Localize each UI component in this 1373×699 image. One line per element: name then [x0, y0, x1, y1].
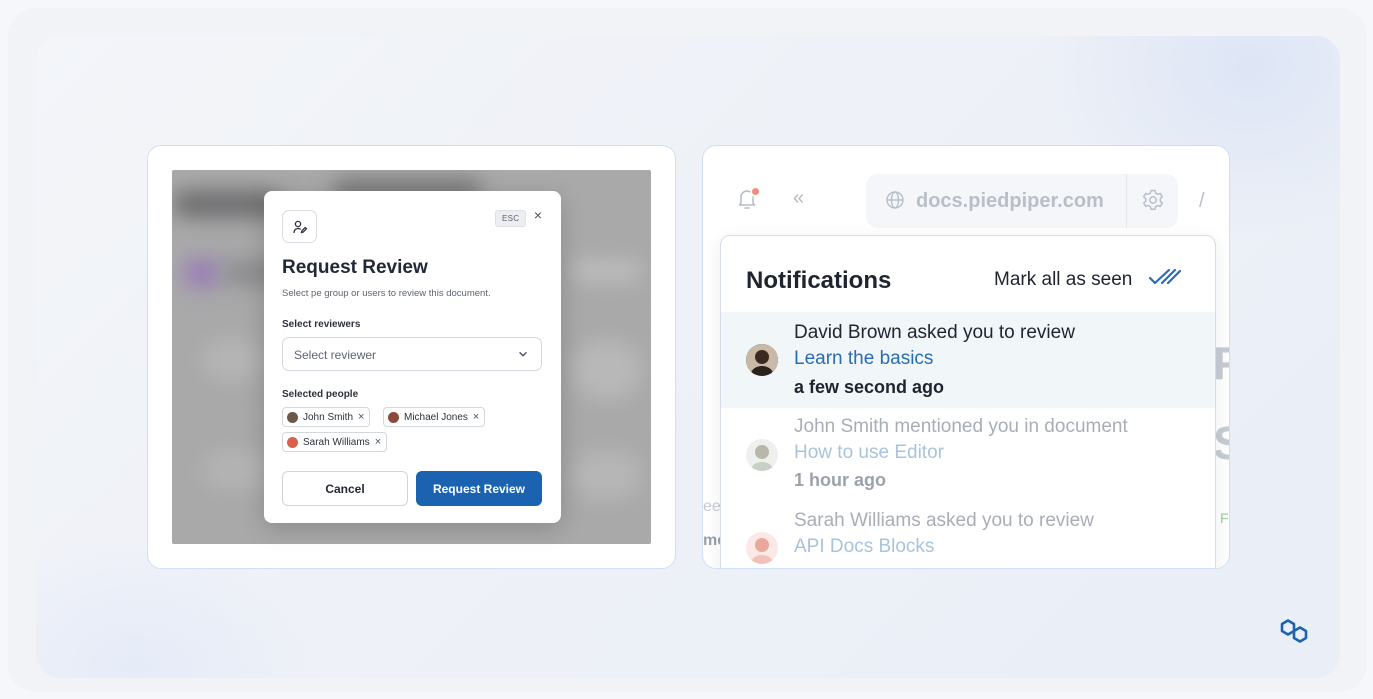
gear-icon[interactable]	[1141, 188, 1165, 217]
mark-all-seen-button[interactable]: Mark all as seen	[994, 267, 1182, 293]
background-text-fragment: F	[1220, 510, 1229, 526]
url-text: docs.piedpiper.com	[916, 190, 1104, 212]
notification-item[interactable]: Sarah Williams asked you to review API D…	[721, 504, 1215, 568]
notification-time: 1 hour ago	[794, 470, 887, 490]
reviewer-select-placeholder: Select reviewer	[294, 348, 377, 362]
person-chip: John Smith ×	[282, 407, 371, 427]
cancel-button[interactable]: Cancel	[282, 471, 408, 506]
reviewers-label: Select reviewers	[282, 319, 361, 330]
mark-all-seen-label: Mark all as seen	[994, 269, 1133, 290]
request-review-button[interactable]: Request Review	[416, 471, 542, 506]
breadcrumb-separator: /	[1199, 190, 1205, 212]
request-review-modal: ESC × Request Review Select pe group or …	[264, 191, 561, 523]
modal-title: Request Review	[282, 257, 428, 278]
selected-people-label: Selected people	[282, 389, 359, 400]
avatar	[746, 532, 778, 564]
notification-item[interactable]: John Smith mentioned you in document How…	[721, 408, 1215, 504]
notifications-card: « docs.piedpiper.com / F S ee mc F Notif…	[702, 145, 1230, 569]
url-divider	[1126, 174, 1127, 228]
person-chip-name: Michael Jones	[404, 411, 468, 423]
modal-subtitle: Select pe group or users to review this …	[282, 288, 491, 299]
avatar	[388, 411, 399, 423]
person-chip-name: John Smith	[303, 411, 354, 423]
reviewer-select[interactable]: Select reviewer	[282, 337, 542, 371]
notification-doc-link[interactable]: API Docs Blocks	[794, 536, 934, 558]
notification-text: John Smith mentioned you in document	[794, 416, 1128, 437]
notification-item[interactable]: David Brown asked you to review Learn th…	[721, 312, 1215, 408]
brand-logo-icon	[1278, 618, 1314, 653]
remove-icon[interactable]: ×	[358, 411, 364, 423]
notifications-panel: Notifications Mark all as seen David Bro…	[720, 235, 1216, 568]
chevron-down-icon	[517, 347, 529, 365]
background-text-fragment: ee	[703, 498, 721, 515]
unread-dot	[752, 188, 759, 195]
close-icon[interactable]: ×	[531, 208, 545, 222]
person-chip-name: Sarah Williams	[303, 436, 370, 448]
avatar	[746, 344, 778, 376]
notification-text: David Brown asked you to review	[794, 322, 1075, 343]
request-review-card: ESC × Request Review Select pe group or …	[147, 145, 676, 569]
person-chip: Sarah Williams ×	[282, 432, 388, 452]
esc-key-badge: ESC	[495, 210, 527, 227]
notification-time: a few second ago	[794, 377, 945, 397]
globe-icon	[885, 190, 905, 215]
avatar	[746, 439, 778, 471]
double-check-icon	[1148, 267, 1182, 293]
notification-doc-link[interactable]: How to use Editor	[794, 442, 944, 464]
remove-icon[interactable]: ×	[473, 411, 479, 423]
notifications-title: Notifications	[746, 267, 892, 294]
collapse-sidebar-icon[interactable]: «	[793, 187, 804, 210]
avatar	[287, 411, 298, 423]
user-edit-icon	[282, 210, 317, 243]
remove-icon[interactable]: ×	[375, 436, 381, 448]
notification-text: Sarah Williams asked you to review	[794, 510, 1094, 531]
avatar	[287, 436, 298, 448]
notification-doc-link[interactable]: Learn the basics	[794, 348, 933, 370]
person-chip: Michael Jones ×	[383, 407, 486, 427]
